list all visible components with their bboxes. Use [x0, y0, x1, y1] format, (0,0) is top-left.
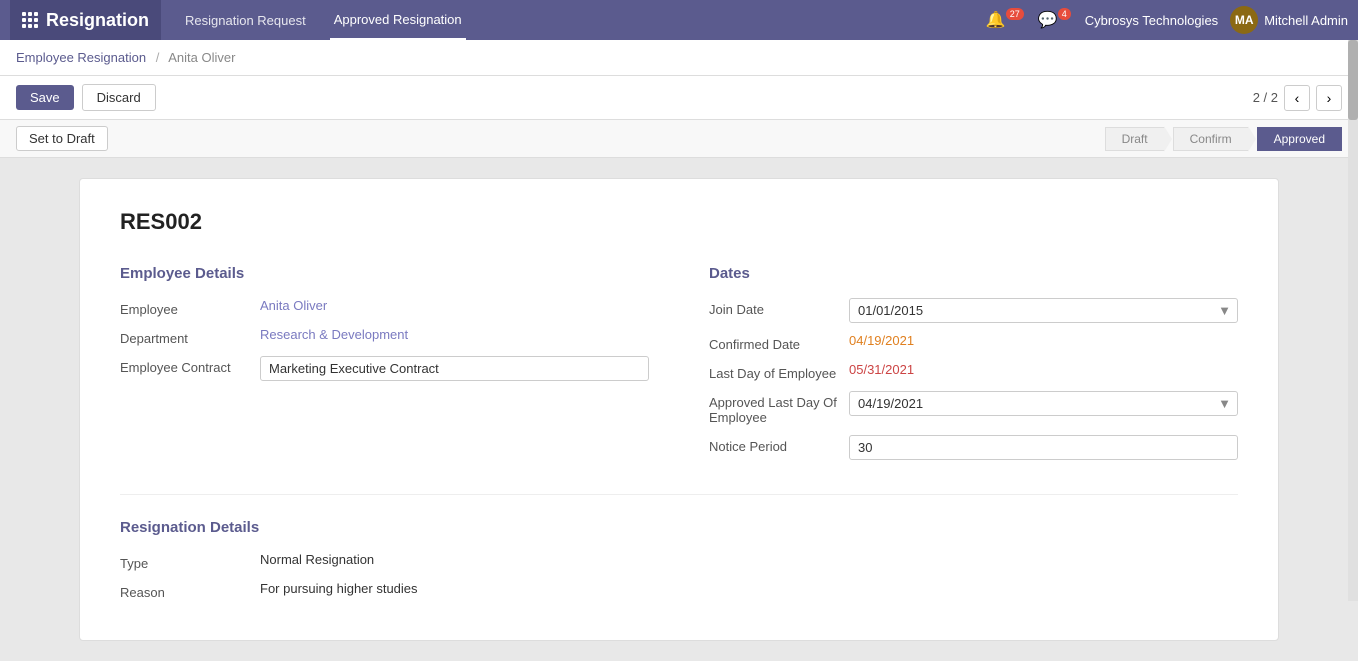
toolbar: Save Discard 2 / 2 ‹ › [0, 76, 1358, 120]
user-menu[interactable]: MA Mitchell Admin [1230, 6, 1348, 34]
field-row-employee: Employee Anita Oliver [120, 298, 649, 317]
breadcrumb: Employee Resignation / Anita Oliver [0, 40, 1358, 76]
join-date-input[interactable] [850, 299, 1212, 322]
status-bar: Set to Draft Draft Confirm Approved [0, 120, 1358, 158]
field-row-confirmed-date: Confirmed Date 04/19/2021 [709, 333, 1238, 352]
notification-bell[interactable]: 🔔27 [986, 10, 1026, 30]
employee-details-section: Employee Details Employee Anita Oliver D… [120, 265, 649, 470]
label-confirmed-date: Confirmed Date [709, 333, 849, 352]
value-last-day: 05/31/2021 [849, 362, 1238, 377]
document-card: RES002 Employee Details Employee Anita O… [79, 178, 1279, 641]
nav-resignation-request[interactable]: Resignation Request [181, 0, 310, 40]
value-join-date: ▼ [849, 298, 1238, 323]
document-id: RES002 [120, 209, 1238, 235]
pagination: 2 / 2 ‹ › [1253, 85, 1342, 111]
approved-last-day-input-wrapper: ▼ [849, 391, 1238, 416]
value-confirmed-date: 04/19/2021 [849, 333, 1238, 348]
breadcrumb-parent[interactable]: Employee Resignation [16, 50, 146, 65]
label-approved-last-day: Approved Last Day Of Employee [709, 391, 849, 425]
field-row-approved-last-day: Approved Last Day Of Employee ▼ [709, 391, 1238, 425]
app-brand[interactable]: Resignation [10, 0, 161, 40]
company-name[interactable]: Cybrosys Technologies [1085, 13, 1218, 28]
breadcrumb-current: Anita Oliver [168, 50, 235, 65]
label-employee: Employee [120, 298, 260, 317]
breadcrumb-separator: / [156, 50, 160, 65]
approved-last-day-calendar-icon[interactable]: ▼ [1212, 392, 1237, 415]
join-date-calendar-icon[interactable]: ▼ [1212, 299, 1237, 322]
chat-icon[interactable]: 💬4 [1038, 10, 1073, 30]
notice-period-input[interactable] [849, 435, 1238, 460]
section-divider [120, 494, 1238, 495]
nav-approved-resignation[interactable]: Approved Resignation [330, 0, 466, 40]
pagination-label: 2 / 2 [1253, 90, 1278, 105]
field-row-employee-contract: Employee Contract [120, 356, 649, 381]
resignation-details-title: Resignation Details [120, 519, 1238, 536]
dates-section: Dates Join Date ▼ Confirmed Date 04/19/2… [709, 265, 1238, 470]
status-step-approved[interactable]: Approved [1257, 127, 1342, 151]
user-name: Mitchell Admin [1264, 13, 1348, 28]
resignation-details-section: Resignation Details Type Normal Resignat… [120, 519, 1238, 600]
field-row-reason: Reason For pursuing higher studies [120, 581, 1238, 600]
label-notice-period: Notice Period [709, 435, 849, 454]
scrollbar-track [1348, 40, 1358, 601]
label-last-day: Last Day of Employee [709, 362, 849, 381]
label-department: Department [120, 327, 260, 346]
approved-last-day-input[interactable] [850, 392, 1212, 415]
label-reason: Reason [120, 581, 260, 600]
status-pipeline: Draft Confirm Approved [1105, 127, 1342, 151]
avatar: MA [1230, 6, 1258, 34]
next-button[interactable]: › [1316, 85, 1342, 111]
save-button[interactable]: Save [16, 85, 74, 110]
scrollbar-thumb[interactable] [1348, 40, 1358, 120]
value-notice-period[interactable] [849, 435, 1238, 460]
field-row-last-day: Last Day of Employee 05/31/2021 [709, 362, 1238, 381]
status-step-confirm[interactable]: Confirm [1173, 127, 1249, 151]
join-date-input-wrapper: ▼ [849, 298, 1238, 323]
grid-icon [22, 12, 38, 28]
label-join-date: Join Date [709, 298, 849, 317]
employee-details-title: Employee Details [120, 265, 649, 282]
value-employee[interactable]: Anita Oliver [260, 298, 649, 313]
navbar-right: 🔔27 💬4 Cybrosys Technologies MA Mitchell… [986, 6, 1348, 34]
set-draft-button[interactable]: Set to Draft [16, 126, 108, 151]
status-step-draft[interactable]: Draft [1105, 127, 1165, 151]
main-content: RES002 Employee Details Employee Anita O… [0, 158, 1358, 661]
value-approved-last-day: ▼ [849, 391, 1238, 416]
discard-button[interactable]: Discard [82, 84, 156, 111]
form-sections: Employee Details Employee Anita Oliver D… [120, 265, 1238, 470]
dates-title: Dates [709, 265, 1238, 282]
value-department[interactable]: Research & Development [260, 327, 649, 342]
field-row-type: Type Normal Resignation [120, 552, 1238, 571]
app-title: Resignation [46, 10, 149, 31]
label-employee-contract: Employee Contract [120, 356, 260, 375]
field-row-notice-period: Notice Period [709, 435, 1238, 460]
field-row-join-date: Join Date ▼ [709, 298, 1238, 323]
employee-contract-input[interactable] [260, 356, 649, 381]
label-type: Type [120, 552, 260, 571]
navbar: Resignation Resignation Request Approved… [0, 0, 1358, 40]
value-employee-contract[interactable] [260, 356, 649, 381]
main-nav: Resignation Request Approved Resignation [181, 0, 466, 40]
value-reason: For pursuing higher studies [260, 581, 1238, 596]
field-row-department: Department Research & Development [120, 327, 649, 346]
notification-badge: 27 [1006, 8, 1024, 20]
prev-button[interactable]: ‹ [1284, 85, 1310, 111]
messages-badge: 4 [1058, 8, 1071, 20]
value-type: Normal Resignation [260, 552, 1238, 567]
